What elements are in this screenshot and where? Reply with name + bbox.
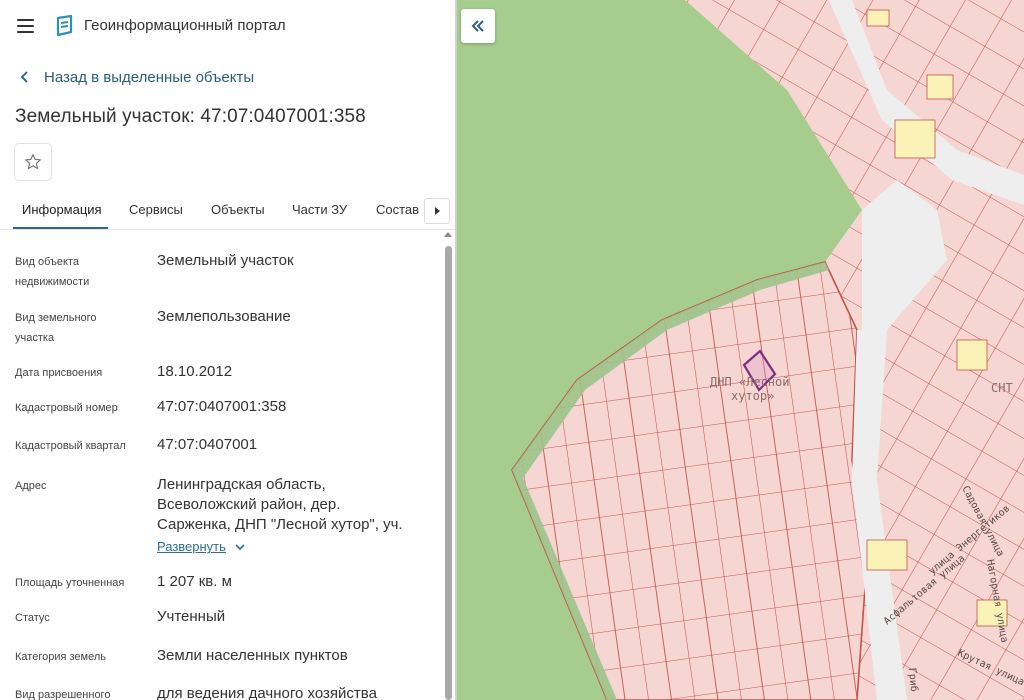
yellow-parcel — [956, 339, 988, 371]
label-area: Площадь уточненная — [15, 577, 125, 589]
value-permitted-use: для ведения дачного хозяйства — [157, 685, 377, 700]
back-link-label: Назад в выделенные объекты — [44, 68, 255, 86]
triangle-right-icon — [435, 207, 440, 215]
collapse-panel-button[interactable] — [461, 9, 495, 43]
chevron-left-icon — [20, 71, 28, 83]
label-status: Статус — [15, 612, 50, 624]
label-cadastral-number: Кадастровый номер — [15, 402, 118, 414]
map-label-dnp-1: ДНП «Лесной — [710, 375, 789, 389]
tab-objects[interactable]: Объекты — [211, 202, 265, 217]
value-object-type: Земельный участок — [157, 252, 294, 269]
panel-scrollbar[interactable] — [443, 232, 453, 700]
expand-label: Развернуть — [157, 539, 226, 554]
scroll-thumb[interactable] — [445, 246, 452, 700]
value-area: 1 207 кв. м — [157, 573, 232, 590]
map-label-dnp-2: хутор» — [731, 389, 774, 403]
label-object-type-2: недвижимости — [15, 276, 90, 288]
yellow-parcel — [866, 9, 890, 27]
star-icon — [25, 154, 41, 170]
value-cadastral-number: 47:07:0407001:358 — [157, 398, 287, 415]
top-bar: Геоинформационный портал — [0, 0, 456, 52]
value-assign-date: 18.10.2012 — [157, 363, 233, 380]
app-title: Геоинформационный портал — [84, 17, 286, 34]
yellow-parcel — [894, 119, 936, 159]
expand-address-link[interactable]: Развернуть — [157, 539, 246, 554]
back-to-selected-link[interactable]: Назад в выделенные объекты — [18, 67, 254, 87]
tab-info[interactable]: Информация — [22, 202, 102, 217]
map-label-snt: СНТ — [991, 381, 1013, 395]
value-parcel-type: Землепользование — [157, 308, 291, 325]
double-chevron-left-icon — [471, 20, 484, 32]
info-panel: Геоинформационный портал Назад в выделен… — [0, 0, 456, 700]
scroll-up-arrow-icon[interactable] — [444, 232, 452, 237]
favorite-button[interactable] — [14, 143, 52, 181]
active-tab-indicator — [13, 227, 108, 229]
label-permitted-use: Вид разрешенного — [15, 689, 111, 700]
label-assign-date: Дата присвоения — [15, 367, 103, 379]
value-address-line1: Ленинградская область, — [157, 476, 326, 493]
street-label-grib: Гриб — [906, 667, 920, 692]
label-address: Адрес — [15, 480, 47, 492]
tab-bar: Информация Сервисы Объекты Части ЗУ Сост… — [0, 194, 456, 230]
chevron-down-icon — [235, 543, 245, 550]
hamburger-icon[interactable] — [16, 16, 36, 36]
tab-services[interactable]: Сервисы — [129, 202, 183, 217]
info-list: Вид объекта недвижимости Земельный участ… — [0, 232, 440, 700]
value-status: Учтенный — [157, 608, 226, 625]
label-land-category: Категория земель — [15, 651, 106, 663]
page-title: Земельный участок: 47:07:0407001:358 — [15, 106, 366, 127]
map-canvas[interactable]: ДНП «Лесной хутор» СНТ Садовая улица ули… — [457, 0, 1024, 700]
yellow-parcel — [926, 74, 954, 100]
label-cadastral-block: Кадастровый квартал — [15, 440, 126, 452]
tab-parts[interactable]: Части ЗУ — [292, 202, 347, 217]
map-view[interactable]: ДНП «Лесной хутор» СНТ Садовая улица ули… — [457, 0, 1024, 700]
value-land-category: Земли населенных пунктов — [157, 647, 348, 664]
label-parcel-type-1: Вид земельного — [15, 312, 97, 324]
value-address-line2: Всеволожский район, дер. — [157, 496, 341, 513]
yellow-parcel — [866, 539, 908, 571]
label-parcel-type-2: участка — [15, 332, 55, 344]
tabs-scroll-right-button[interactable] — [424, 198, 450, 224]
tab-composition[interactable]: Состав — [376, 202, 419, 217]
portal-logo-icon — [56, 15, 73, 37]
value-cadastral-block: 47:07:0407001 — [157, 436, 258, 453]
value-address-line3: Сарженка, ДНП "Лесной хутор", уч. — [157, 516, 403, 533]
label-object-type-1: Вид объекта — [15, 256, 79, 268]
